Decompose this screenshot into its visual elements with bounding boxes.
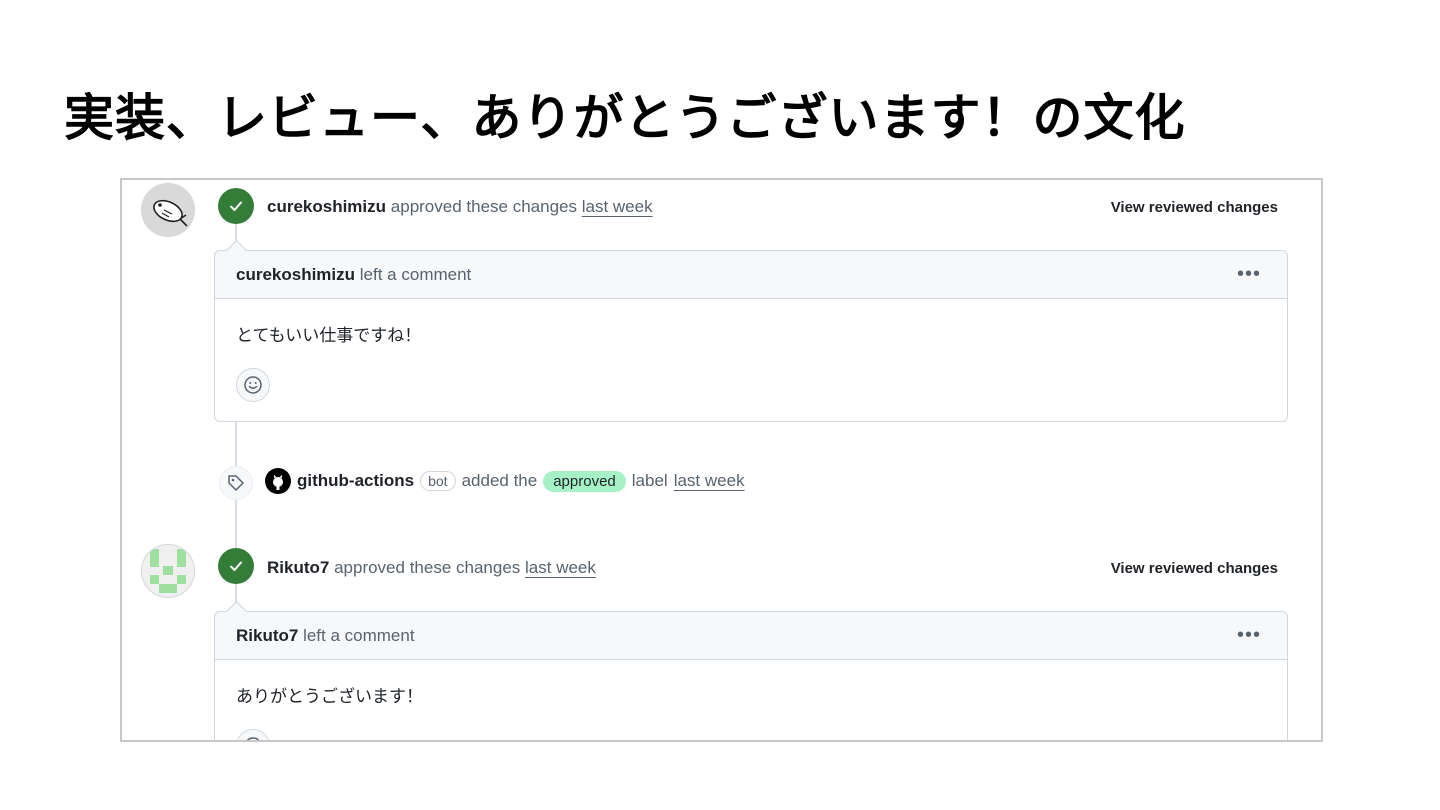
kebab-icon[interactable]: ••• [1237, 624, 1261, 647]
add-reaction-button[interactable] [236, 368, 270, 402]
review-time-link[interactable]: last week [582, 197, 653, 216]
comment-author-link[interactable]: Rikuto7 [236, 626, 298, 645]
slide-title: 実装、レビュー、ありがとうございます！の文化 [64, 89, 1186, 147]
event-text-before: added the [461, 471, 538, 490]
smiley-icon [246, 737, 260, 740]
review-action: approved these changes [390, 197, 577, 216]
review-author-link[interactable]: curekoshimizu [267, 197, 386, 216]
approved-badge [218, 188, 254, 224]
kebab-icon[interactable]: ••• [1237, 263, 1261, 286]
github-actions-avatar[interactable] [265, 468, 291, 494]
review-comment: Rikuto7 left a comment ••• ありがとうございます！ [214, 611, 1288, 740]
comment-header: curekoshimizu left a comment ••• [215, 251, 1287, 299]
add-reaction-button[interactable] [236, 729, 270, 740]
review-header: curekoshimizu approved these changes las… [267, 197, 653, 217]
comment-author-link[interactable]: curekoshimizu [236, 265, 355, 284]
event-time-link[interactable]: last week [674, 471, 745, 491]
comment-action: left a comment [359, 265, 472, 284]
comment-header: Rikuto7 left a comment ••• [215, 612, 1287, 660]
comment-action: left a comment [303, 626, 415, 645]
review-time-link[interactable]: last week [525, 558, 596, 577]
event-actor-link[interactable]: github-actions [297, 471, 414, 491]
view-reviewed-changes-link[interactable]: View reviewed changes [1111, 199, 1278, 216]
review-author-link[interactable]: Rikuto7 [267, 558, 329, 577]
github-mark-icon [273, 475, 283, 490]
smiley-icon [244, 376, 262, 394]
identicon-avatar-icon [142, 545, 194, 597]
view-reviewed-changes-link[interactable]: View reviewed changes [1111, 560, 1278, 577]
check-icon [230, 201, 242, 211]
fish-avatar-icon [142, 184, 194, 236]
bot-badge: bot [420, 471, 456, 491]
pr-timeline: curekoshimizu approved these changes las… [120, 178, 1323, 742]
review-header: Rikuto7 approved these changes last week [267, 558, 596, 578]
check-icon [230, 561, 242, 571]
avatar-rikuto7[interactable] [141, 544, 195, 598]
approved-label[interactable]: approved [543, 470, 626, 492]
review-comment: curekoshimizu left a comment ••• とてもいい仕事… [214, 250, 1288, 422]
review-action: approved these changes [334, 558, 521, 577]
comment-text: とてもいい仕事ですね！ [236, 326, 422, 346]
approved-badge [218, 548, 254, 584]
comment-text: ありがとうございます！ [236, 687, 423, 707]
avatar-curekoshimizu[interactable] [141, 183, 195, 237]
event-text-after: label [631, 471, 668, 490]
tag-icon [228, 475, 244, 491]
label-event: github-actions bot added the approved la… [265, 468, 745, 494]
label-event-badge [219, 466, 253, 500]
